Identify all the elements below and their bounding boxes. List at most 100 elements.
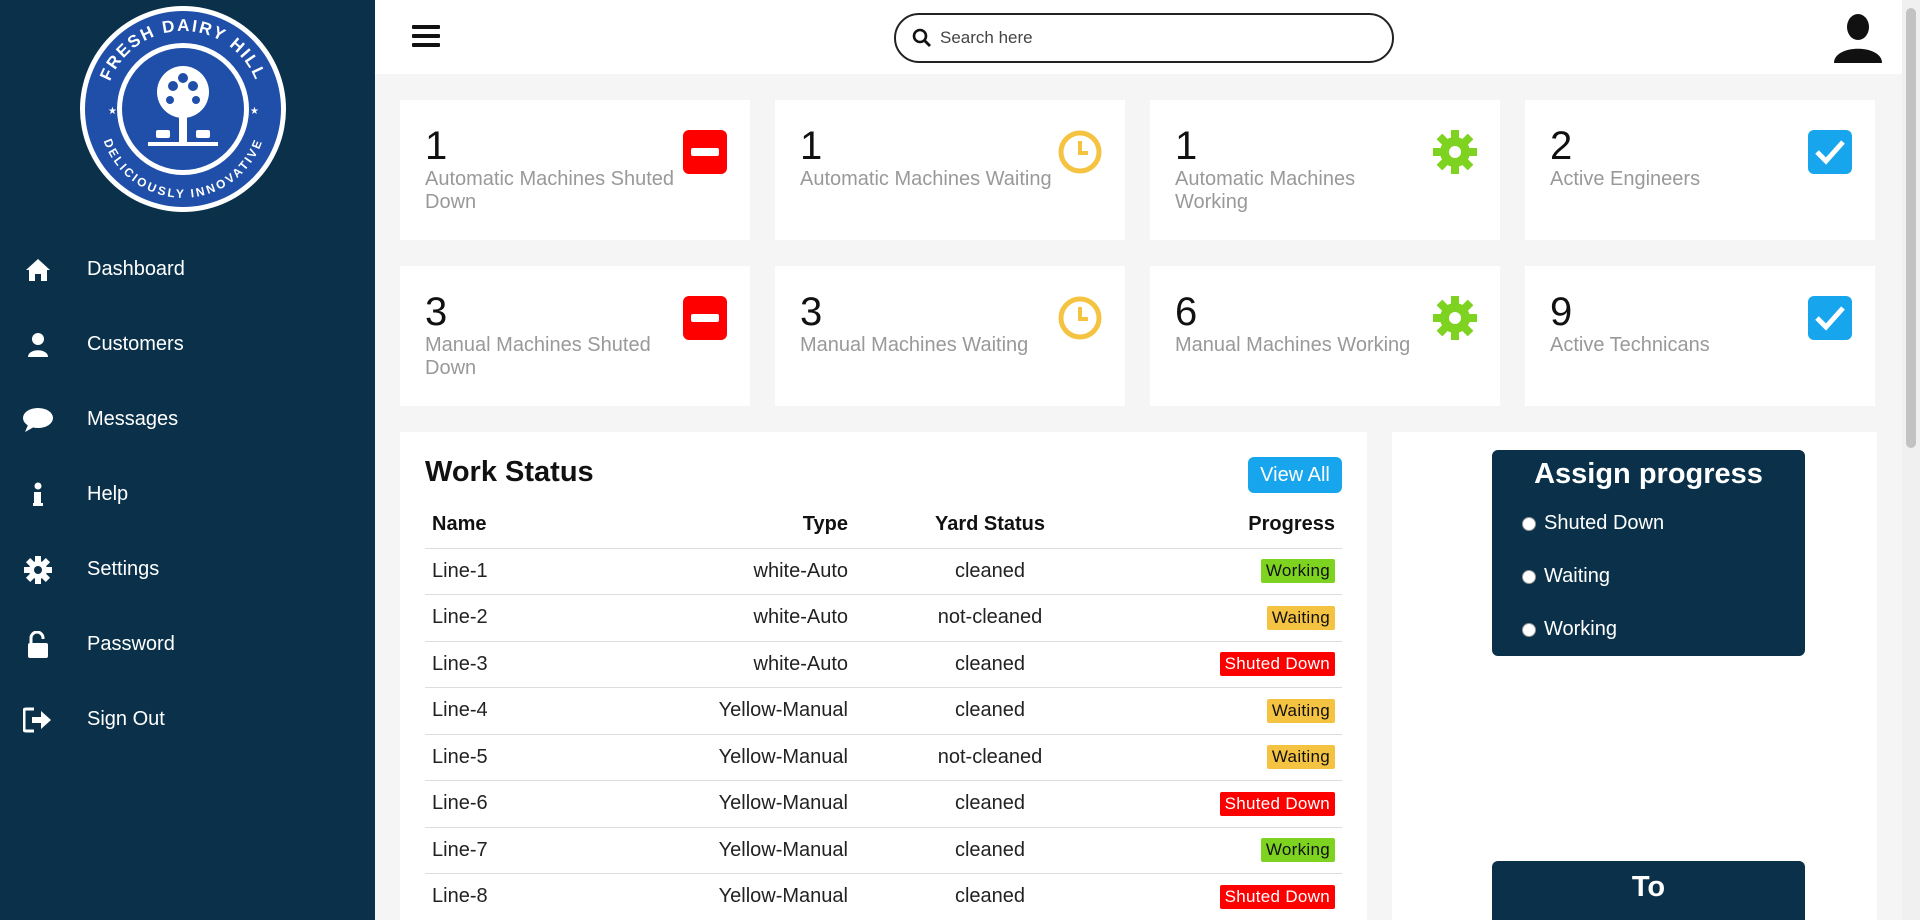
sign-out-icon <box>22 704 54 736</box>
column-header-yard-status: Yard Status <box>855 502 1125 549</box>
fresh-dairy-hill-logo[interactable]: FRESH DAIRY HILL DELICIOUSLY INNOVATIVE … <box>78 4 288 214</box>
status-badge: Shuted Down <box>1219 884 1335 909</box>
user-avatar-icon[interactable] <box>1830 12 1886 64</box>
status-badge: Working <box>1260 838 1335 863</box>
view-all-button[interactable]: View All <box>1248 457 1342 493</box>
radio-label: Working <box>1544 618 1617 640</box>
cell-progress: Shuted Down <box>1125 641 1342 688</box>
table-row[interactable]: Line-4 Yellow-Manual cleaned Waiting <box>425 687 1342 735</box>
status-badge: Working <box>1260 559 1335 584</box>
sidebar-nav: Dashboard Customers Messages Help Settin… <box>0 232 375 757</box>
user-icon <box>22 329 54 361</box>
table-row[interactable]: Line-6 Yellow-Manual cleaned Shuted Down <box>425 780 1342 828</box>
table-row[interactable]: Line-2 white-Auto not-cleaned Waiting <box>425 594 1342 642</box>
radio-button[interactable] <box>1522 569 1536 584</box>
scrollbar-thumb[interactable] <box>1906 8 1916 448</box>
card-number: 3 <box>800 290 823 334</box>
cell-type: Yellow-Manual <box>655 780 855 828</box>
card-label: Active Engineers <box>1550 168 1701 190</box>
home-icon <box>22 254 54 286</box>
radio-label: Waiting <box>1544 565 1610 587</box>
card-number: 1 <box>1175 124 1198 168</box>
cell-progress: Waiting <box>1125 687 1342 735</box>
card-label: Automatic Machines Working <box>1175 168 1356 213</box>
to-title: To <box>1631 871 1666 903</box>
status-badge: Waiting <box>1266 745 1335 770</box>
cell-progress: Working <box>1125 827 1342 874</box>
cell-yard-status: cleaned <box>855 687 1125 735</box>
table-row[interactable]: Line-7 Yellow-Manual cleaned Working <box>425 827 1342 874</box>
cell-name: Line-4 <box>425 687 655 735</box>
assign-progress-box: Assign progress Shuted Down Waiting Work… <box>1492 450 1805 656</box>
stat-card-manual-working: 6 Manual Machines Working <box>1150 266 1500 406</box>
assign-progress-title: Assign progress <box>1534 458 1763 490</box>
cell-progress: Working <box>1125 548 1342 595</box>
sidebar-item-password[interactable]: Password <box>0 607 375 682</box>
radio-button[interactable] <box>1522 516 1536 531</box>
cell-name: Line-6 <box>425 780 655 828</box>
sidebar-item-settings[interactable]: Settings <box>0 532 375 607</box>
search-icon <box>912 28 931 47</box>
search-bar[interactable] <box>894 13 1394 63</box>
work-status-table: Name Type Yard Status Progress Line-1 wh… <box>425 502 1342 920</box>
table-row[interactable]: Line-5 Yellow-Manual not-cleaned Waiting <box>425 734 1342 781</box>
radio-button[interactable] <box>1522 622 1536 637</box>
minus-icon <box>683 296 727 340</box>
status-badge: Waiting <box>1266 698 1335 723</box>
cell-type: white-Auto <box>655 594 855 642</box>
card-number: 1 <box>425 124 448 168</box>
sidebar-item-help[interactable]: Help <box>0 457 375 532</box>
cell-yard-status: cleaned <box>855 827 1125 874</box>
menu-toggle-icon[interactable] <box>412 25 440 49</box>
sidebar-item-label: Messages <box>87 408 179 430</box>
column-header-name: Name <box>425 502 655 549</box>
sidebar-item-customers[interactable]: Customers <box>0 307 375 382</box>
search-input[interactable] <box>940 28 1380 48</box>
checkbox-icon <box>1808 130 1852 174</box>
cell-yard-status: not-cleaned <box>855 594 1125 642</box>
stat-card-manual-shuted-down: 3 Manual Machines Shuted Down <box>400 266 750 406</box>
stat-card-auto-working: 1 Automatic Machines Working <box>1150 100 1500 240</box>
topbar <box>375 0 1902 74</box>
sidebar-item-messages[interactable]: Messages <box>0 382 375 457</box>
clock-icon <box>1058 296 1102 340</box>
sidebar-item-label: Customers <box>87 333 184 355</box>
cell-type: white-Auto <box>655 641 855 688</box>
checkbox-icon <box>1808 296 1852 340</box>
radio-working[interactable]: Working <box>1522 618 1617 641</box>
cell-name: Line-3 <box>425 641 655 688</box>
status-badge: Waiting <box>1266 605 1335 630</box>
card-label: Automatic Machines Shuted Down <box>425 168 675 213</box>
sidebar-item-label: Sign Out <box>87 708 165 730</box>
sidebar-item-dashboard[interactable]: Dashboard <box>0 232 375 307</box>
sidebar-item-sign-out[interactable]: Sign Out <box>0 682 375 757</box>
column-header-type: Type <box>655 502 855 549</box>
radio-waiting[interactable]: Waiting <box>1522 565 1610 588</box>
unlock-icon <box>22 629 54 661</box>
cell-progress: Shuted Down <box>1125 780 1342 828</box>
cell-yard-status: cleaned <box>855 548 1125 595</box>
cell-name: Line-7 <box>425 827 655 874</box>
card-number: 6 <box>1175 290 1198 334</box>
cell-progress: Shuted Down <box>1125 873 1342 920</box>
gear-icon <box>1433 130 1477 174</box>
sidebar-item-label: Password <box>87 633 175 655</box>
card-number: 2 <box>1550 124 1573 168</box>
cell-type: Yellow-Manual <box>655 687 855 735</box>
stat-card-manual-waiting: 3 Manual Machines Waiting <box>775 266 1125 406</box>
table-row[interactable]: Line-3 white-Auto cleaned Shuted Down <box>425 641 1342 688</box>
card-label: Automatic Machines Waiting <box>800 168 1052 190</box>
cell-type: Yellow-Manual <box>655 734 855 781</box>
radio-shuted-down[interactable]: Shuted Down <box>1522 512 1664 535</box>
table-row[interactable]: Line-1 white-Auto cleaned Working <box>425 548 1342 595</box>
cell-name: Line-8 <box>425 873 655 920</box>
status-badge: Shuted Down <box>1219 791 1335 816</box>
to-box: To <box>1492 861 1805 920</box>
cell-type: Yellow-Manual <box>655 873 855 920</box>
page-scrollbar[interactable] <box>1902 0 1920 920</box>
cell-yard-status: cleaned <box>855 641 1125 688</box>
work-status-title: Work Status <box>425 456 594 488</box>
table-header-row: Name Type Yard Status Progress <box>425 502 1342 549</box>
clock-icon <box>1058 130 1102 174</box>
table-row[interactable]: Line-8 Yellow-Manual cleaned Shuted Down <box>425 873 1342 920</box>
